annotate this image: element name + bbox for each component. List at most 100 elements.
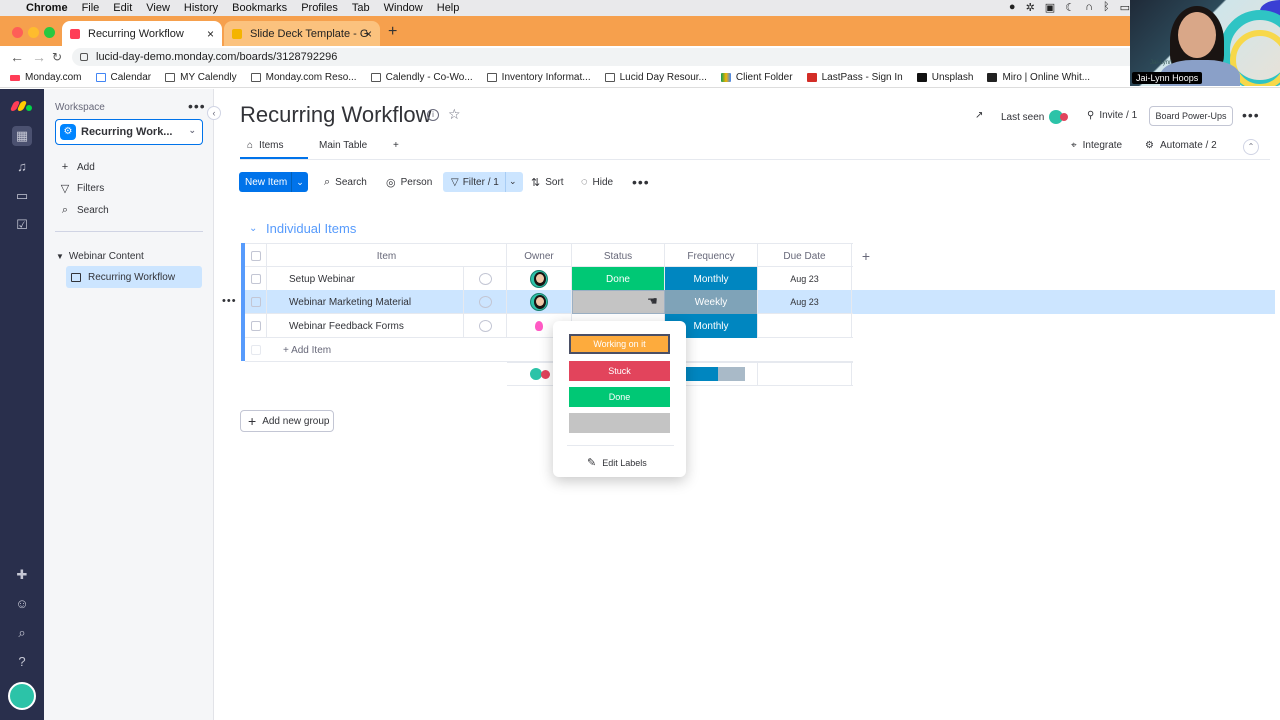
group-collapse-icon[interactable]: ⌄ — [249, 223, 257, 234]
bookmark-miro[interactable]: Miro | Online Whit... — [987, 72, 1090, 83]
sort-button[interactable]: ⇅ Sort — [531, 176, 564, 189]
status-cell[interactable]: Done — [572, 267, 665, 291]
invite-button[interactable]: ⚲ Invite / 1 — [1087, 110, 1137, 121]
star-icon[interactable]: ☆ — [448, 106, 461, 123]
board-power-ups-button[interactable]: Board Power-Ups — [1149, 106, 1233, 126]
reload-icon[interactable]: ↻ — [52, 50, 62, 64]
chevron-down-icon[interactable]: ⌄ — [509, 176, 517, 187]
updates-cell[interactable] — [464, 314, 507, 338]
info-icon[interactable]: i — [427, 109, 439, 121]
menu-profiles[interactable]: Profiles — [301, 2, 338, 14]
workspace-more-icon[interactable]: ••• — [188, 98, 206, 114]
column-header-frequency[interactable]: Frequency — [665, 244, 758, 268]
apps-grid-icon[interactable]: ▦ — [12, 126, 32, 146]
group-title[interactable]: Individual Items — [266, 221, 356, 236]
label-empty[interactable] — [569, 413, 670, 433]
tab-main-table[interactable]: Main Table — [319, 140, 367, 151]
sidebar-filters[interactable]: ▽ Filters — [58, 182, 104, 195]
menu-help[interactable]: Help — [437, 2, 460, 14]
forward-icon[interactable]: → — [32, 49, 46, 65]
new-item-button[interactable]: New Item ⌄ — [239, 172, 308, 192]
label-done[interactable]: Done — [569, 387, 670, 407]
menu-bookmarks[interactable]: Bookmarks — [232, 2, 287, 14]
page-title[interactable]: Recurring Workflow — [240, 102, 432, 128]
workspace-selector[interactable]: ⚙ Recurring Work... ⌄ — [55, 119, 203, 145]
user-avatar[interactable] — [8, 682, 36, 710]
due-date-cell[interactable] — [758, 314, 852, 338]
url-field[interactable]: lucid-day-demo.monday.com/boards/3128792… — [72, 48, 1142, 66]
table-row[interactable]: Setup Webinar Done Monthly Aug 23 — [245, 267, 853, 291]
collapse-sidebar-icon[interactable]: ‹ — [207, 106, 221, 120]
item-name[interactable]: Webinar Feedback Forms — [267, 314, 464, 338]
sidebar-add[interactable]: + Add — [58, 161, 95, 173]
person-filter-button[interactable]: ◎ Person — [386, 176, 432, 189]
search-icon[interactable]: ⌕ — [12, 623, 32, 643]
integrate-button[interactable]: ⌖ Integrate — [1071, 140, 1122, 151]
owner-cell[interactable] — [507, 267, 572, 291]
bookmark-monday[interactable]: Monday.com — [10, 72, 82, 83]
item-name[interactable]: Setup Webinar — [267, 267, 464, 291]
more-options-icon[interactable]: ••• — [1242, 107, 1260, 123]
more-options-icon[interactable]: ••• — [632, 174, 650, 190]
integrations-icon[interactable]: ✚ — [12, 565, 32, 585]
sidebar-search[interactable]: ⌕ Search — [58, 204, 109, 217]
back-icon[interactable]: ← — [10, 49, 24, 65]
bookmark-inventory[interactable]: Inventory Informat... — [486, 72, 591, 83]
minimize-window-icon[interactable] — [28, 27, 39, 38]
headphones-icon[interactable]: ∩ — [1085, 1, 1093, 14]
hide-button[interactable]: ◌ Hide — [581, 176, 613, 188]
add-new-group-button[interactable]: + Add new group — [240, 410, 334, 432]
select-all-checkbox[interactable] — [250, 251, 261, 261]
item-name[interactable]: Webinar Marketing Material — [267, 290, 464, 314]
add-view-button[interactable]: + — [393, 140, 399, 151]
settings-icon[interactable]: ✲ — [1026, 1, 1035, 14]
record-icon[interactable]: ● — [1009, 1, 1016, 14]
filter-button[interactable]: ▽ Filter / 1 ⌄ — [443, 172, 523, 192]
menu-history[interactable]: History — [184, 2, 218, 14]
close-tab-icon[interactable]: × — [365, 27, 372, 41]
moon-icon[interactable]: ☾ — [1065, 1, 1075, 14]
browser-tab-active[interactable]: Recurring Workflow × — [62, 21, 222, 46]
bookmark-monday-resources[interactable]: Monday.com Reso... — [250, 72, 357, 83]
table-row[interactable]: Webinar Feedback Forms Monthly — [245, 314, 853, 338]
close-window-icon[interactable] — [12, 27, 23, 38]
bluetooth-icon[interactable]: ᛒ — [1103, 1, 1110, 14]
row-checkbox[interactable] — [250, 321, 261, 331]
sidebar-folder-webinar-content[interactable]: ▼ Webinar Content — [56, 251, 144, 262]
sidebar-item-recurring-workflow[interactable]: Recurring Workflow — [66, 266, 202, 288]
activity-icon[interactable]: ↗ — [975, 110, 983, 121]
my-work-icon[interactable]: ☑ — [12, 215, 32, 235]
chevron-down-icon[interactable]: ⌄ — [292, 177, 308, 188]
bookmark-calendar[interactable]: Calendar — [95, 72, 151, 83]
due-date-cell[interactable]: Aug 23 — [758, 290, 852, 314]
owner-cell[interactable] — [507, 290, 572, 314]
label-working-on-it[interactable]: Working on it — [569, 334, 670, 354]
bookmark-calendly-cowork[interactable]: Calendly - Co-Wo... — [370, 72, 473, 83]
browser-tab[interactable]: Slide Deck Template - Google × — [224, 21, 380, 46]
row-checkbox[interactable] — [250, 297, 261, 307]
menu-tab[interactable]: Tab — [352, 2, 370, 14]
display-icon[interactable]: ▣ — [1045, 1, 1055, 14]
column-header-item[interactable]: Item — [267, 244, 507, 268]
invite-member-icon[interactable]: ☺ — [12, 594, 32, 614]
column-header-status[interactable]: Status — [572, 244, 665, 268]
monday-logo-icon[interactable] — [9, 101, 32, 111]
menu-window[interactable]: Window — [384, 2, 423, 14]
frequency-cell[interactable]: Weekly — [665, 290, 758, 314]
edit-labels-button[interactable]: ✎ Edit Labels — [587, 456, 647, 469]
bookmark-my-calendly[interactable]: MY Calendly — [165, 72, 237, 83]
frequency-cell[interactable]: Monthly — [665, 267, 758, 291]
bookmark-unsplash[interactable]: Unsplash — [916, 72, 973, 83]
updates-cell[interactable] — [464, 267, 507, 291]
row-more-icon[interactable]: ••• — [222, 295, 237, 307]
automate-button[interactable]: ⚙ Automate / 2 — [1145, 140, 1217, 151]
menu-edit[interactable]: Edit — [113, 2, 132, 14]
column-header-due-date[interactable]: Due Date — [758, 244, 852, 268]
new-tab-icon[interactable]: + — [388, 23, 397, 41]
chevron-up-icon[interactable]: ⌃ — [1243, 139, 1259, 155]
table-row[interactable]: Webinar Marketing Material Weekly Aug 23 — [245, 290, 853, 314]
bookmark-lastpass[interactable]: LastPass - Sign In — [806, 72, 903, 83]
bookmark-lucid-day[interactable]: Lucid Day Resour... — [604, 72, 707, 83]
bell-icon[interactable]: ♫ — [12, 157, 32, 177]
maximize-window-icon[interactable] — [44, 27, 55, 38]
